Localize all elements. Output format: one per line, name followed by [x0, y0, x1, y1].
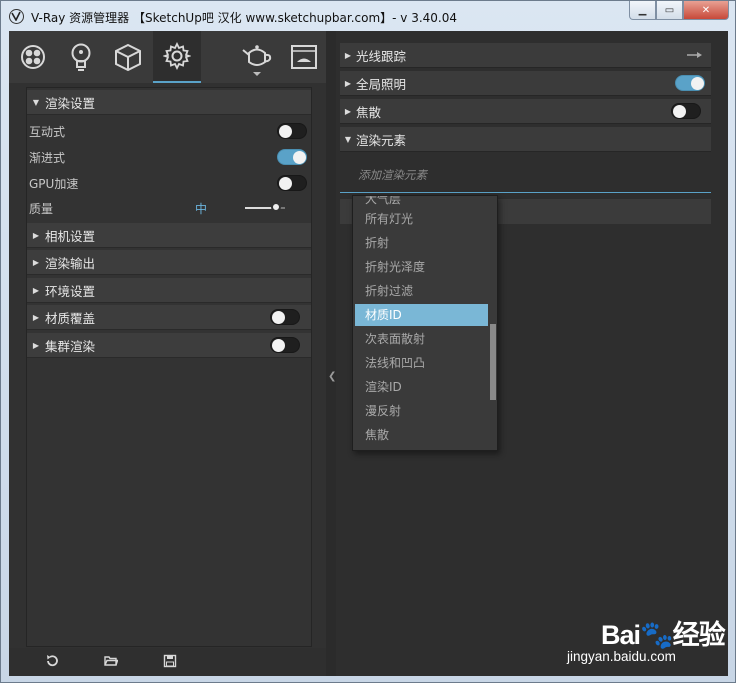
settings-panel: ▼ 渲染设置 互动式 渐进式 GPU加速 质量 中 ▶ 相机设置 ▶ 渲染输出 … [26, 87, 312, 647]
dropdown-item[interactable]: 次表面散射 [355, 328, 488, 350]
maximize-button[interactable]: ▭ [656, 1, 683, 20]
dropdown-item[interactable]: 折射光泽度 [355, 256, 488, 278]
dropdown-item[interactable]: 漫反射 [355, 400, 488, 422]
render-element-dropdown[interactable]: 大气层 所有灯光 折射 折射光泽度 折射过滤 材质ID 次表面散射 法线和凹凸 … [352, 195, 498, 451]
row-quality: 质量 中 [27, 195, 311, 221]
quality-slider-thumb[interactable] [271, 202, 281, 212]
tab-geometry[interactable] [106, 31, 150, 83]
minimize-button[interactable]: ▁ [629, 1, 656, 20]
maximize-icon: ▭ [664, 4, 675, 16]
section-caustics[interactable]: ▶ 焦散 [340, 99, 711, 124]
watermark-brand: Bai🐾经验 [601, 620, 726, 650]
app-window: V-Ray 资源管理器 【SketchUp吧 汉化 www.sketchupba… [0, 0, 736, 683]
minimize-icon: ▁ [638, 4, 647, 16]
section-ray-tracing[interactable]: ▶ 光线跟踪 [340, 43, 711, 68]
collapse-arrow-icon: ▼ [344, 134, 352, 144]
expand-arrow-icon: ▶ [32, 230, 40, 240]
toolbar-tabs [9, 31, 326, 83]
gpu-toggle[interactable] [277, 175, 307, 191]
title-bar[interactable]: V-Ray 资源管理器 【SketchUp吧 汉化 www.sketchupba… [1, 1, 735, 33]
tab-render[interactable] [235, 31, 279, 83]
interactive-toggle[interactable] [277, 123, 307, 139]
quality-value: 中 [195, 201, 208, 216]
expand-arrow-icon: ▶ [32, 285, 40, 295]
section-camera[interactable]: ▶ 相机设置 [27, 223, 311, 248]
close-button[interactable]: ✕ [683, 1, 729, 20]
row-interactive: 互动式 [27, 118, 311, 144]
settings-icon [163, 42, 191, 70]
materials-icon [21, 45, 45, 69]
dropdown-item[interactable]: 折射过滤 [355, 280, 488, 302]
dropdown-item[interactable]: 所有灯光 [355, 208, 488, 230]
section-render-output[interactable]: ▶ 渲染输出 [27, 250, 311, 275]
section-material-override[interactable]: ▶ 材质覆盖 [27, 305, 311, 330]
vray-logo-icon [9, 9, 24, 24]
dropdown-scrollbar[interactable] [490, 324, 496, 400]
open-folder-icon[interactable] [104, 654, 118, 668]
section-global-illumination[interactable]: ▶ 全局照明 [340, 71, 711, 96]
save-icon[interactable] [163, 654, 177, 668]
dropdown-item[interactable]: 法线和凹凸 [355, 352, 488, 374]
frame-buffer-icon [291, 45, 317, 69]
baidu-watermark: Bai🐾经验 jingyan.baidu.com [561, 603, 731, 673]
teapot-render-icon [242, 45, 272, 76]
client-area: ▼ 渲染设置 互动式 渐进式 GPU加速 质量 中 ▶ 相机设置 ▶ 渲染输出 … [9, 31, 728, 676]
left-footer [9, 648, 326, 676]
geometry-icon [115, 43, 141, 72]
expand-arrow-icon: ▶ [344, 78, 352, 88]
lights-icon [71, 43, 91, 71]
dropdown-item[interactable]: 渲染ID [355, 376, 488, 398]
panel-splitter[interactable]: ❮ [326, 31, 336, 676]
expand-arrow-icon: ▶ [344, 50, 352, 60]
left-panel: ▼ 渲染设置 互动式 渐进式 GPU加速 质量 中 ▶ 相机设置 ▶ 渲染输出 … [9, 31, 326, 676]
expand-arrow-icon: ▶ [32, 257, 40, 267]
caustics-toggle[interactable] [671, 103, 701, 119]
window-title: V-Ray 资源管理器 【SketchUp吧 汉化 www.sketchupba… [31, 11, 458, 25]
expand-arrow-icon: ▶ [344, 106, 352, 116]
distributed-render-toggle[interactable] [270, 337, 300, 353]
right-panel: ▶ 光线跟踪 ▶ 全局照明 ▶ 焦散 ▼ 渲染元素 添加渲染元素 大气层 所有灯… [336, 31, 728, 676]
add-render-element-input[interactable] [358, 165, 688, 185]
collapse-arrow-icon: ▼ [32, 97, 40, 107]
section-distributed-render[interactable]: ▶ 集群渲染 [27, 333, 311, 358]
close-icon: ✕ [701, 4, 711, 16]
pin-icon[interactable] [687, 51, 703, 59]
revert-icon[interactable] [45, 654, 59, 668]
section-render-elements[interactable]: ▼ 渲染元素 [340, 127, 711, 152]
row-progressive: 渐进式 [27, 144, 311, 170]
row-gpu: GPU加速 [27, 170, 311, 196]
tab-materials[interactable] [11, 31, 55, 83]
expand-arrow-icon: ▶ [32, 340, 40, 350]
section-render-settings[interactable]: ▼ 渲染设置 [27, 90, 311, 115]
dropdown-item[interactable]: 折射 [355, 232, 488, 254]
dropdown-item[interactable]: 焦散 [355, 424, 488, 446]
tab-settings[interactable] [153, 31, 201, 83]
material-override-toggle[interactable] [270, 309, 300, 325]
tab-lights[interactable] [59, 31, 103, 83]
progressive-toggle[interactable] [277, 149, 307, 165]
global-illumination-toggle[interactable] [675, 75, 705, 91]
add-render-element-field [340, 157, 711, 193]
section-environment[interactable]: ▶ 环境设置 [27, 278, 311, 303]
dropdown-item-selected[interactable]: 材质ID [355, 304, 488, 326]
watermark-url: jingyan.baidu.com [567, 649, 676, 664]
tab-frame-buffer[interactable] [282, 31, 326, 83]
expand-arrow-icon: ▶ [32, 312, 40, 322]
